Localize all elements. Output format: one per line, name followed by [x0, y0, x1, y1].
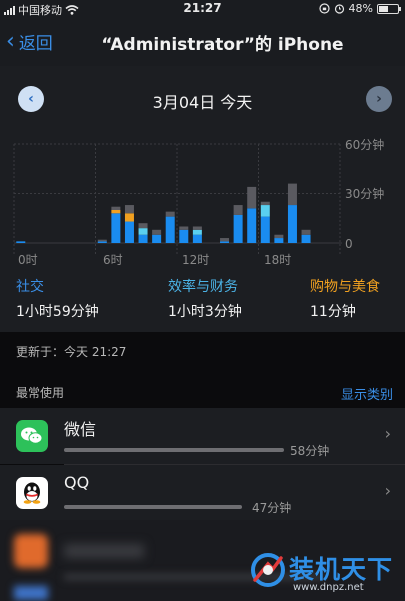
usage-bar — [64, 505, 242, 509]
bar-segment — [97, 239, 107, 242]
updated-label: 更新于：今天 21:27 — [16, 345, 127, 359]
bar-segment — [233, 214, 243, 243]
bar-segment — [16, 241, 26, 243]
bar-segment — [97, 241, 107, 243]
usage-chart-panel: 60分钟 30分钟 0 0时 6时 12时 18时 社交 1小时59分钟 效率与… — [0, 130, 405, 332]
x-tick-label: 12时 — [182, 253, 209, 267]
usage-chart: 60分钟 30分钟 0 0时 6时 12时 18时 — [13, 137, 384, 267]
chevron-right-icon: › — [376, 91, 382, 107]
x-tick-label: 6时 — [103, 253, 123, 267]
alarm-icon — [334, 4, 344, 14]
bar-segment — [192, 226, 202, 230]
section-title: 最常使用 — [16, 386, 65, 400]
show-category-button[interactable]: 显示类别 — [341, 384, 393, 403]
bar-segment — [124, 221, 134, 243]
bar-segment — [138, 228, 148, 235]
usage-bar — [64, 448, 284, 452]
battery-level — [379, 5, 388, 12]
usage-time: 58分钟 — [290, 444, 330, 458]
bar-segment — [220, 238, 230, 242]
app-name: 微信 — [64, 420, 97, 439]
bar-segment — [301, 234, 311, 243]
most-used-header: 最常使用 显示类别 — [0, 376, 405, 406]
watermark: 装机天下 www.dnpz.net — [249, 548, 399, 598]
category-value: 1小时3分钟 — [168, 304, 242, 320]
bar-segment — [247, 186, 257, 209]
usage-time: 47分钟 — [252, 501, 292, 515]
category-social: 社交 1小时59分钟 — [16, 276, 99, 321]
category-title: 效率与财务 — [168, 279, 238, 295]
app-row-qq[interactable]: QQ 47分钟 › — [0, 465, 405, 521]
y-tick-label: 0 — [345, 237, 353, 251]
wechat-icon — [16, 420, 48, 452]
bar-segment — [138, 223, 148, 229]
bar-segment — [165, 211, 175, 217]
status-right-group: 48% — [318, 2, 401, 15]
bar-segment — [111, 213, 121, 243]
bar-segment — [233, 205, 243, 215]
bar-segment — [138, 234, 148, 243]
bar-segment — [220, 241, 230, 243]
status-bar: 中国移动 21:27 48% — [0, 0, 405, 18]
bar-segment — [192, 234, 202, 243]
bar-segment — [247, 208, 257, 243]
bar-segment — [192, 229, 202, 235]
bar-segment — [165, 216, 175, 243]
blurred-app-icon — [14, 534, 48, 568]
y-tick-label: 30分钟 — [345, 186, 384, 201]
category-productivity: 效率与财务 1小时3分钟 — [168, 276, 242, 321]
x-tick-label: 18时 — [264, 253, 291, 267]
blurred-app-icon — [14, 586, 48, 600]
rotation-lock-icon — [318, 3, 330, 14]
bar-segment — [152, 234, 162, 243]
watermark-text: 装机天下 — [289, 555, 394, 584]
category-value: 11分钟 — [310, 304, 356, 320]
bar-segment — [287, 205, 297, 243]
bar-segment — [274, 234, 284, 239]
next-day-button[interactable]: › — [366, 86, 392, 112]
bar-segment — [111, 206, 121, 210]
bar-segment — [124, 205, 134, 214]
page-title: “Administrator”的 iPhone — [101, 35, 344, 55]
navigation-bar: ‹ 返回 “Administrator”的 iPhone — [0, 18, 405, 66]
x-tick-label: 0时 — [18, 253, 38, 267]
app-name: QQ — [64, 473, 90, 492]
bar-segment — [179, 229, 189, 243]
category-title: 社交 — [16, 279, 44, 295]
bar-segment — [179, 226, 189, 230]
bar-segment — [274, 238, 284, 243]
watermark-url: www.dnpz.net — [293, 582, 364, 593]
date-label: 3月04日 今天 — [152, 93, 253, 112]
chevron-right-icon: › — [384, 424, 391, 443]
bar-segment — [260, 216, 270, 243]
bar-segment — [111, 210, 121, 214]
watermark-logo-icon — [251, 553, 285, 587]
bar-segment — [287, 183, 297, 206]
category-value: 1小时59分钟 — [16, 304, 99, 320]
date-selector: ‹ 3月04日 今天 › — [0, 66, 405, 130]
y-tick-label: 60分钟 — [345, 137, 384, 152]
battery-percent: 48% — [348, 2, 373, 15]
bar-segment — [260, 205, 270, 217]
bar-segment — [301, 229, 311, 235]
chevron-right-icon: › — [384, 481, 391, 500]
category-shopping: 购物与美食 11分钟 — [310, 276, 380, 321]
qq-icon — [16, 477, 48, 509]
battery-icon — [377, 3, 401, 14]
category-title: 购物与美食 — [310, 279, 380, 295]
bar-segment — [260, 201, 270, 206]
app-row-wechat[interactable]: 微信 58分钟 › — [0, 408, 405, 464]
bar-segment — [152, 229, 162, 235]
bar-segment — [124, 213, 134, 222]
blurred-app-name — [64, 544, 144, 558]
